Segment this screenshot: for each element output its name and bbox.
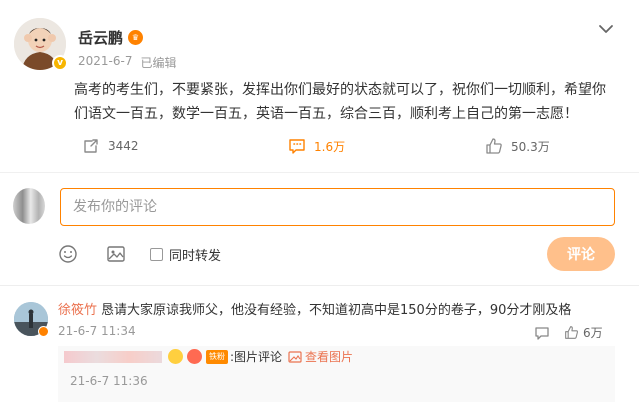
reply-icon[interactable]	[534, 325, 550, 341]
verified-badge-icon	[168, 349, 183, 364]
post-date[interactable]: 2021-6-7	[78, 54, 132, 71]
author-avatar[interactable]: v	[14, 18, 68, 71]
reply-time: 21-6-7 11:36	[70, 374, 148, 388]
comment-like-button[interactable]: 6万	[564, 324, 603, 341]
reply-author-blurred	[64, 351, 162, 363]
comment-button[interactable]: 1.6万	[288, 137, 345, 155]
vip-icon: ♛	[128, 30, 144, 45]
comment-time: 21-6-7 11:34	[58, 324, 136, 338]
fan-badge: 铁粉	[206, 349, 228, 364]
image-icon[interactable]	[106, 244, 126, 264]
divider	[0, 172, 639, 173]
repost-checkbox-label: 同时转发	[169, 248, 222, 264]
author-name[interactable]: 岳云鹏	[78, 27, 123, 48]
reply-block: 铁粉 :图片评论 查看图片 21-6-7 11:36	[58, 346, 615, 402]
repost-count: 3442	[108, 139, 139, 153]
view-image-link[interactable]: 查看图片	[288, 348, 353, 365]
comment-line: 徐筱竹 恳请大家原谅我师父，他没有经验，不知道初高中是150分的卷子，90分才刚…	[58, 302, 578, 320]
verified-badge-icon: v	[52, 55, 68, 71]
vip-icon	[38, 326, 49, 337]
like-icon	[486, 138, 502, 154]
view-image-label: 查看图片	[305, 350, 354, 364]
submit-comment-button[interactable]: 评论	[547, 237, 615, 271]
comment-like-count: 6万	[583, 326, 603, 340]
comment-icon	[289, 139, 305, 154]
post-action-bar: 3442 1.6万 50.3万	[0, 132, 639, 166]
reply-text: :图片评论	[230, 350, 283, 364]
picture-icon	[288, 350, 302, 363]
repost-checkbox-box[interactable]	[150, 247, 163, 261]
reply-line: 铁粉 :图片评论 查看图片	[166, 348, 353, 365]
repost-button[interactable]: 3442	[82, 137, 139, 155]
emoji-icon[interactable]	[58, 244, 78, 264]
like-count: 50.3万	[511, 139, 550, 154]
comment-actions: 6万	[534, 324, 603, 341]
like-button[interactable]: 50.3万	[485, 137, 550, 155]
comment-count: 1.6万	[314, 139, 346, 154]
repost-icon	[84, 139, 98, 153]
like-icon	[565, 326, 578, 339]
post-header: v 岳云鹏 ♛ 2021-6-7 已编辑	[14, 18, 625, 74]
current-user-avatar[interactable]	[13, 188, 45, 224]
divider	[0, 285, 639, 286]
edited-label: 已编辑	[140, 56, 177, 70]
commenter-name[interactable]: 徐筱竹	[58, 302, 97, 320]
vip-icon	[187, 349, 202, 364]
repost-checkbox[interactable]: 同时转发	[150, 245, 221, 264]
comment-text: 恳请大家原谅我师父，他没有经验，不知道初高中是150分的卷子，90分才刚及格	[101, 303, 572, 318]
comment-input[interactable]	[60, 188, 615, 226]
composer-tools: 同时转发	[58, 242, 221, 266]
post-text: 高考的考生们，不要紧张，发挥出你们最好的状态就可以了，祝你们一切顺利，希望你们语…	[74, 82, 606, 122]
chevron-down-icon[interactable]	[597, 20, 615, 38]
